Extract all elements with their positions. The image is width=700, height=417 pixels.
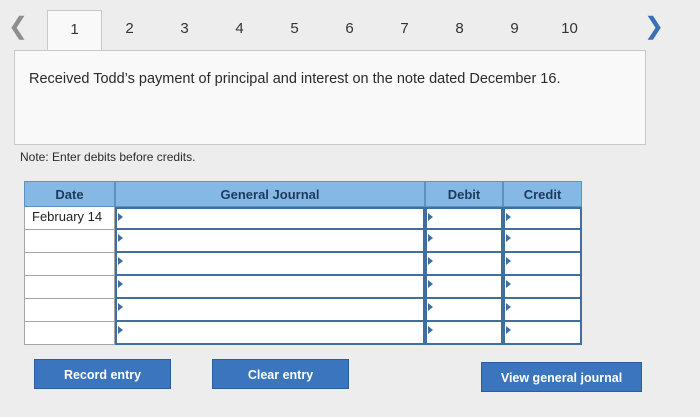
account-input[interactable] xyxy=(115,276,425,299)
tab-3[interactable]: 3 xyxy=(157,10,212,50)
tab-1[interactable]: 1 xyxy=(47,10,102,50)
credit-input[interactable] xyxy=(503,322,582,345)
account-input[interactable] xyxy=(115,207,425,230)
input-caret-icon xyxy=(428,303,433,311)
tab-7[interactable]: 7 xyxy=(377,10,432,50)
account-input[interactable] xyxy=(115,299,425,322)
input-caret-icon xyxy=(428,280,433,288)
credit-column-header: Credit xyxy=(503,181,582,207)
chevron-left-icon[interactable]: ❮ xyxy=(4,10,32,44)
table-row-date xyxy=(24,230,115,253)
input-caret-icon xyxy=(506,213,511,221)
chevron-right-icon[interactable]: ❯ xyxy=(640,10,668,44)
input-caret-icon xyxy=(506,326,511,334)
view-general-journal-button[interactable]: View general journal xyxy=(481,362,642,392)
credit-input[interactable] xyxy=(503,207,582,230)
general-journal-column-header: General Journal xyxy=(115,181,425,207)
dropdown-caret-icon xyxy=(118,326,123,334)
tab-10[interactable]: 10 xyxy=(542,10,597,50)
dropdown-caret-icon xyxy=(118,257,123,265)
tab-8[interactable]: 8 xyxy=(432,10,487,50)
date-column-header: Date xyxy=(24,181,115,207)
input-caret-icon xyxy=(428,234,433,242)
journal-table: Date General Journal Debit Credit Februa… xyxy=(24,181,582,345)
input-caret-icon xyxy=(428,213,433,221)
debit-column-header: Debit xyxy=(425,181,503,207)
note-text: Note: Enter debits before credits. xyxy=(20,150,196,164)
tab-2[interactable]: 2 xyxy=(102,10,157,50)
table-row-date: February 14 xyxy=(24,207,115,230)
debit-input[interactable] xyxy=(425,253,503,276)
input-caret-icon xyxy=(506,234,511,242)
debit-input[interactable] xyxy=(425,230,503,253)
account-input[interactable] xyxy=(115,253,425,276)
credit-input[interactable] xyxy=(503,253,582,276)
instruction-panel: Received Todd’s payment of principal and… xyxy=(14,50,646,145)
input-caret-icon xyxy=(428,326,433,334)
debit-input[interactable] xyxy=(425,276,503,299)
credit-input[interactable] xyxy=(503,230,582,253)
input-caret-icon xyxy=(428,257,433,265)
debit-input[interactable] xyxy=(425,322,503,345)
table-row-date xyxy=(24,276,115,299)
account-input[interactable] xyxy=(115,322,425,345)
account-input[interactable] xyxy=(115,230,425,253)
tab-4[interactable]: 4 xyxy=(212,10,267,50)
tab-5[interactable]: 5 xyxy=(267,10,322,50)
tab-9[interactable]: 9 xyxy=(487,10,542,50)
credit-input[interactable] xyxy=(503,299,582,322)
input-caret-icon xyxy=(506,280,511,288)
table-row-date xyxy=(24,299,115,322)
table-row-date xyxy=(24,322,115,345)
debit-input[interactable] xyxy=(425,299,503,322)
record-entry-button[interactable]: Record entry xyxy=(34,359,171,389)
input-caret-icon xyxy=(506,257,511,265)
input-caret-icon xyxy=(506,303,511,311)
instruction-text: Received Todd’s payment of principal and… xyxy=(29,71,561,87)
dropdown-caret-icon xyxy=(118,280,123,288)
question-tabs: 1 2 3 4 5 6 7 8 9 10 xyxy=(47,10,607,50)
dropdown-caret-icon xyxy=(118,303,123,311)
credit-input[interactable] xyxy=(503,276,582,299)
table-row-date xyxy=(24,253,115,276)
dropdown-caret-icon xyxy=(118,213,123,221)
tab-6[interactable]: 6 xyxy=(322,10,377,50)
dropdown-caret-icon xyxy=(118,234,123,242)
debit-input[interactable] xyxy=(425,207,503,230)
clear-entry-button[interactable]: Clear entry xyxy=(212,359,349,389)
